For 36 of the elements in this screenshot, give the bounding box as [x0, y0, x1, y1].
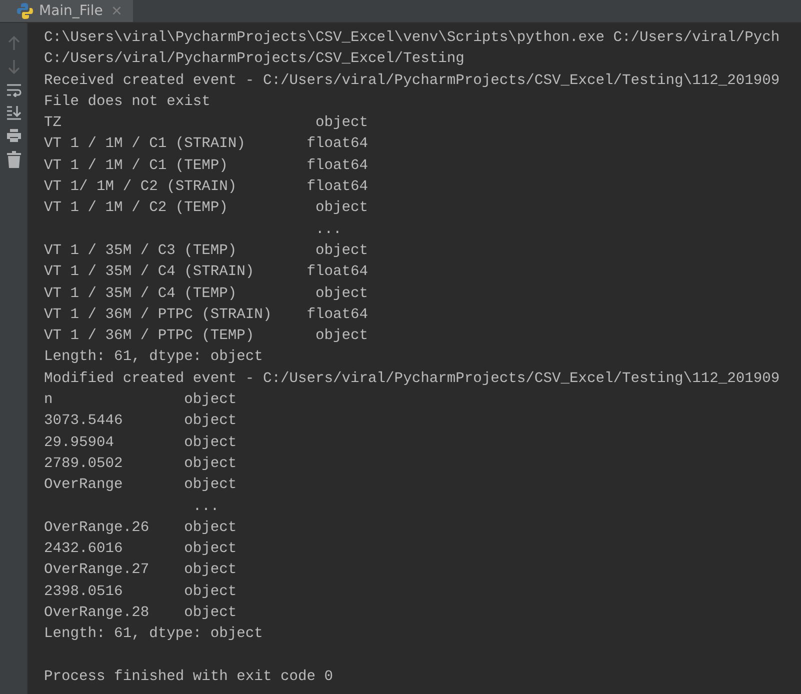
console-line: C:/Users/viral/PycharmProjects/CSV_Excel/Testing: [44, 50, 464, 70]
trash-icon[interactable]: [6, 151, 20, 168]
console-line: VT 1 / 36M / PTPC (STRAIN) float64: [44, 306, 368, 325]
console-line: ...: [314, 220, 342, 240]
console-line: OverRange.26 object: [44, 518, 237, 538]
console-line: VT 1/ 1M / C2 (STRAIN) float64: [44, 178, 368, 198]
console-line: 2432.6016 object: [44, 540, 237, 560]
console-line: OverRange.28 object: [44, 604, 237, 624]
console-line: OverRange.27 object: [44, 561, 237, 580]
console-line: Modified created event - C:/Users/viral/PycharmProjects/CSV_Excel/Testing\112_201909: [44, 370, 780, 389]
console-line: 3073.5446 object: [44, 412, 237, 432]
console-line: C:\Users\viral\PycharmProjects\CSV_Excel\venv\Scripts\python.exe C:/Users/viral/Pych: [44, 29, 780, 48]
console-line: VT 1 / 36M / PTPC (TEMP) object: [44, 327, 368, 346]
console-line: ...: [192, 498, 220, 517]
console-line: Received created event - C:/Users/viral/PycharmProjects/CSV_Excel/Testing\112_201909: [44, 72, 780, 91]
console-line: 29.95904 object: [44, 434, 237, 453]
console-line: VT 1 / 35M / C4 (STRAIN) float64: [44, 263, 368, 282]
console-line: 2789.0502 object: [44, 454, 237, 474]
soft-wrap-icon[interactable]: [6, 83, 22, 97]
console-line: OverRange object: [44, 476, 237, 496]
console-line: VT 1 / 1M / C2 (TEMP) object: [44, 199, 368, 218]
console-line: File does not exist: [44, 92, 210, 112]
console-line: n object: [44, 391, 237, 410]
printer-icon[interactable]: [6, 128, 22, 143]
console-line: VT 1 / 35M / C4 (TEMP) object: [44, 284, 368, 304]
console-line: 2398.0516 object: [44, 582, 237, 602]
run-tab[interactable]: Main_File ×: [0, 0, 133, 22]
scroll-to-end-icon[interactable]: [6, 105, 22, 120]
console-line: VT 1 / 35M / C3 (TEMP) object: [44, 242, 368, 261]
console-line: Length: 61, dtype: object: [44, 348, 263, 368]
console-line: VT 1 / 1M / C1 (STRAIN) float64: [44, 135, 368, 154]
python-logo-icon: [16, 2, 34, 20]
console-line: Length: 61, dtype: object: [44, 625, 263, 644]
console-line: TZ object: [44, 114, 368, 134]
exit-message: Process finished with exit code 0: [44, 668, 334, 687]
console-line: VT 1 / 1M / C1 (TEMP) float64: [44, 156, 368, 176]
